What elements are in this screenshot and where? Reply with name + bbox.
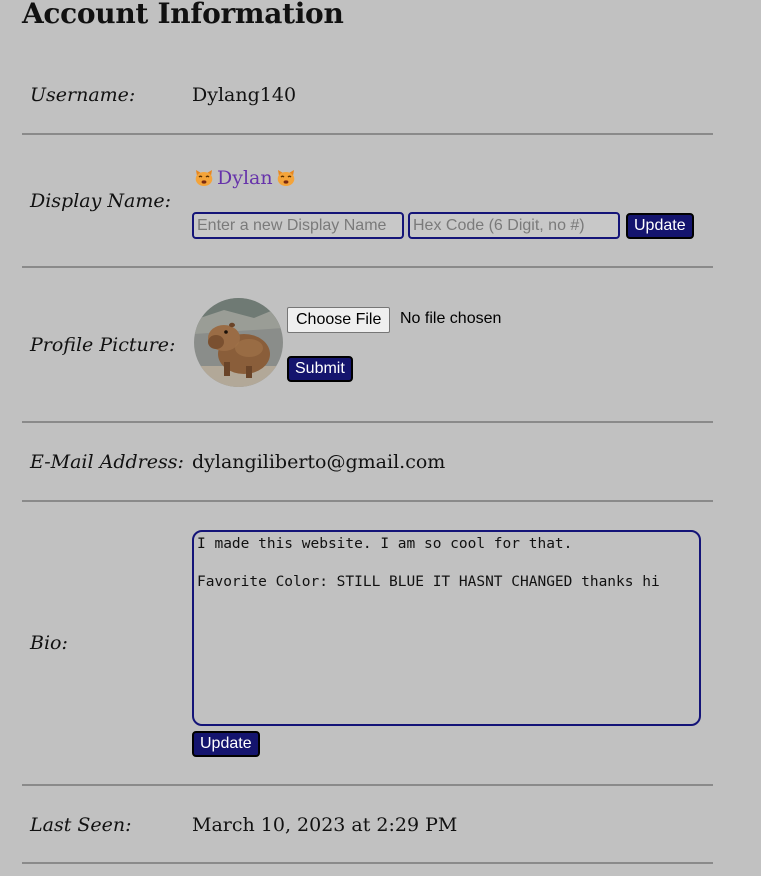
last-seen-value: March 10, 2023 at 2:29 PM xyxy=(192,814,458,836)
profile-picture-label: Profile Picture: xyxy=(30,334,176,356)
display-name-input[interactable] xyxy=(192,212,404,239)
cat-face-icon xyxy=(277,170,294,186)
display-name-label: Display Name: xyxy=(30,190,172,212)
email-value: dylangiliberto@gmail.com xyxy=(192,451,446,473)
divider xyxy=(22,421,713,423)
divider xyxy=(22,862,713,864)
divider xyxy=(22,133,713,135)
avatar xyxy=(194,298,283,387)
hex-code-input[interactable] xyxy=(408,212,620,239)
divider xyxy=(22,500,713,502)
capybara-photo xyxy=(194,298,283,387)
display-name-text: Dylan xyxy=(217,167,273,189)
divider xyxy=(22,784,713,786)
update-display-name-button[interactable]: Update xyxy=(626,213,694,239)
current-display-name: Dylan xyxy=(194,166,296,190)
last-seen-label: Last Seen: xyxy=(30,814,132,836)
cat-face-icon xyxy=(195,170,213,186)
update-bio-button[interactable]: Update xyxy=(192,731,260,757)
email-label: E-Mail Address: xyxy=(30,451,184,473)
file-status-text: No file chosen xyxy=(400,310,502,327)
choose-file-button[interactable]: Choose File xyxy=(287,307,391,333)
username-label: Username: xyxy=(30,84,136,106)
divider xyxy=(22,266,713,268)
submit-picture-button[interactable]: Submit xyxy=(287,356,353,382)
bio-textarea[interactable]: I made this website. I am so cool for th… xyxy=(192,530,701,726)
bio-label: Bio: xyxy=(30,632,68,654)
username-value: Dylang140 xyxy=(192,84,297,106)
page-title: Account Information xyxy=(22,0,344,30)
